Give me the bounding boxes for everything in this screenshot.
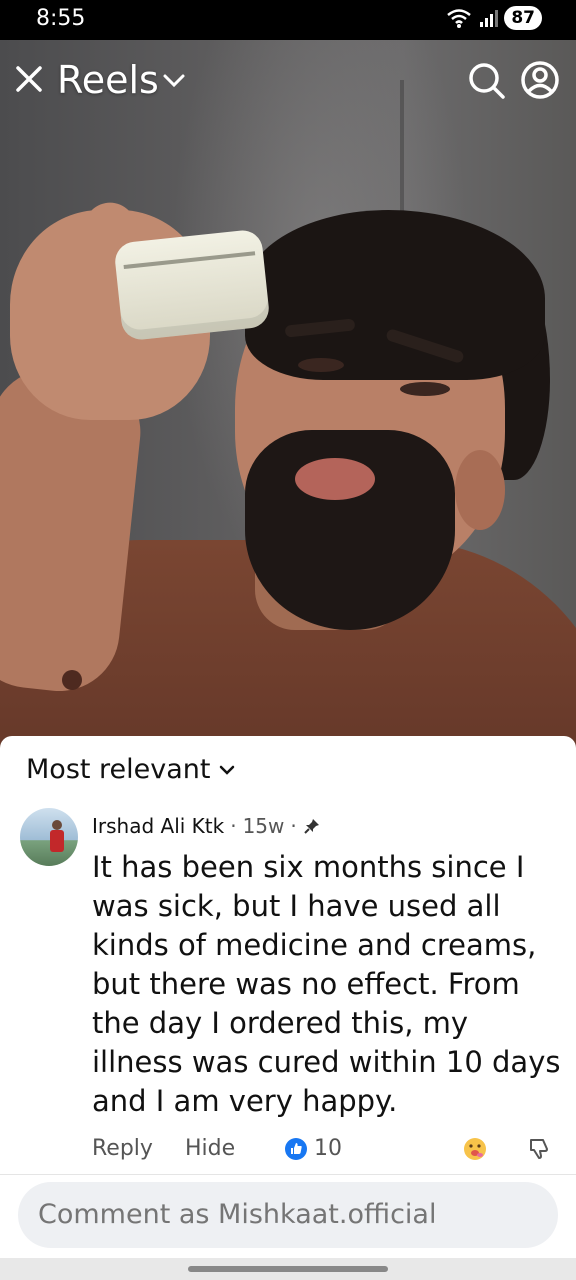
status-time: 8:55 bbox=[36, 6, 86, 31]
wifi-icon bbox=[447, 9, 472, 28]
like-count[interactable]: 10 bbox=[284, 1136, 342, 1161]
comment-text: It has been six months since I was sick,… bbox=[92, 850, 561, 1118]
person-hair-top bbox=[245, 210, 545, 380]
person-eye bbox=[400, 382, 450, 396]
status-icons: 87 bbox=[446, 6, 542, 30]
dislike-icon[interactable] bbox=[526, 1136, 552, 1162]
reply-button[interactable]: Reply bbox=[92, 1136, 153, 1161]
reels-title[interactable]: Reels bbox=[57, 58, 159, 102]
comment-header: Irshad Ali Ktk · 15w · bbox=[92, 814, 321, 838]
divider bbox=[0, 1174, 576, 1175]
comments-sheet: Most relevant Irshad Ali Ktk · 15w · It … bbox=[0, 736, 576, 1280]
person-lips bbox=[295, 458, 375, 500]
person-ear bbox=[455, 450, 505, 530]
home-indicator[interactable] bbox=[188, 1266, 388, 1272]
avatar[interactable] bbox=[20, 808, 78, 866]
cream-jar bbox=[113, 228, 271, 342]
like-count-value: 10 bbox=[314, 1136, 342, 1161]
close-icon[interactable] bbox=[12, 62, 46, 96]
reel-video[interactable] bbox=[0, 40, 576, 760]
sort-label: Most relevant bbox=[26, 754, 211, 785]
avatar-head bbox=[52, 820, 62, 830]
chevron-down-icon[interactable] bbox=[160, 66, 188, 94]
shirt-button bbox=[62, 670, 82, 690]
reels-header: Reels bbox=[0, 58, 576, 108]
hide-button[interactable]: Hide bbox=[185, 1136, 235, 1161]
meta-separator: · bbox=[230, 814, 237, 838]
avatar-figure bbox=[50, 830, 64, 852]
battery-indicator: 87 bbox=[504, 6, 542, 30]
meta-separator: · bbox=[290, 814, 297, 838]
reaction-icon[interactable] bbox=[462, 1136, 488, 1162]
person-eye bbox=[298, 358, 344, 372]
like-icon bbox=[285, 1137, 307, 1160]
signal-icon bbox=[480, 10, 499, 27]
status-bar: 8:55 87 bbox=[0, 0, 576, 40]
comment-input[interactable] bbox=[18, 1182, 558, 1248]
profile-icon[interactable] bbox=[520, 60, 560, 100]
comment-time: 15w bbox=[242, 814, 285, 838]
chevron-down-icon bbox=[219, 765, 234, 775]
comment-actions: Reply Hide 10 bbox=[92, 1136, 562, 1170]
pin-icon bbox=[304, 819, 319, 834]
sort-dropdown[interactable]: Most relevant bbox=[26, 754, 237, 785]
comment-author[interactable]: Irshad Ali Ktk bbox=[92, 814, 224, 838]
search-icon[interactable] bbox=[466, 60, 506, 100]
jar-lid bbox=[123, 251, 256, 270]
